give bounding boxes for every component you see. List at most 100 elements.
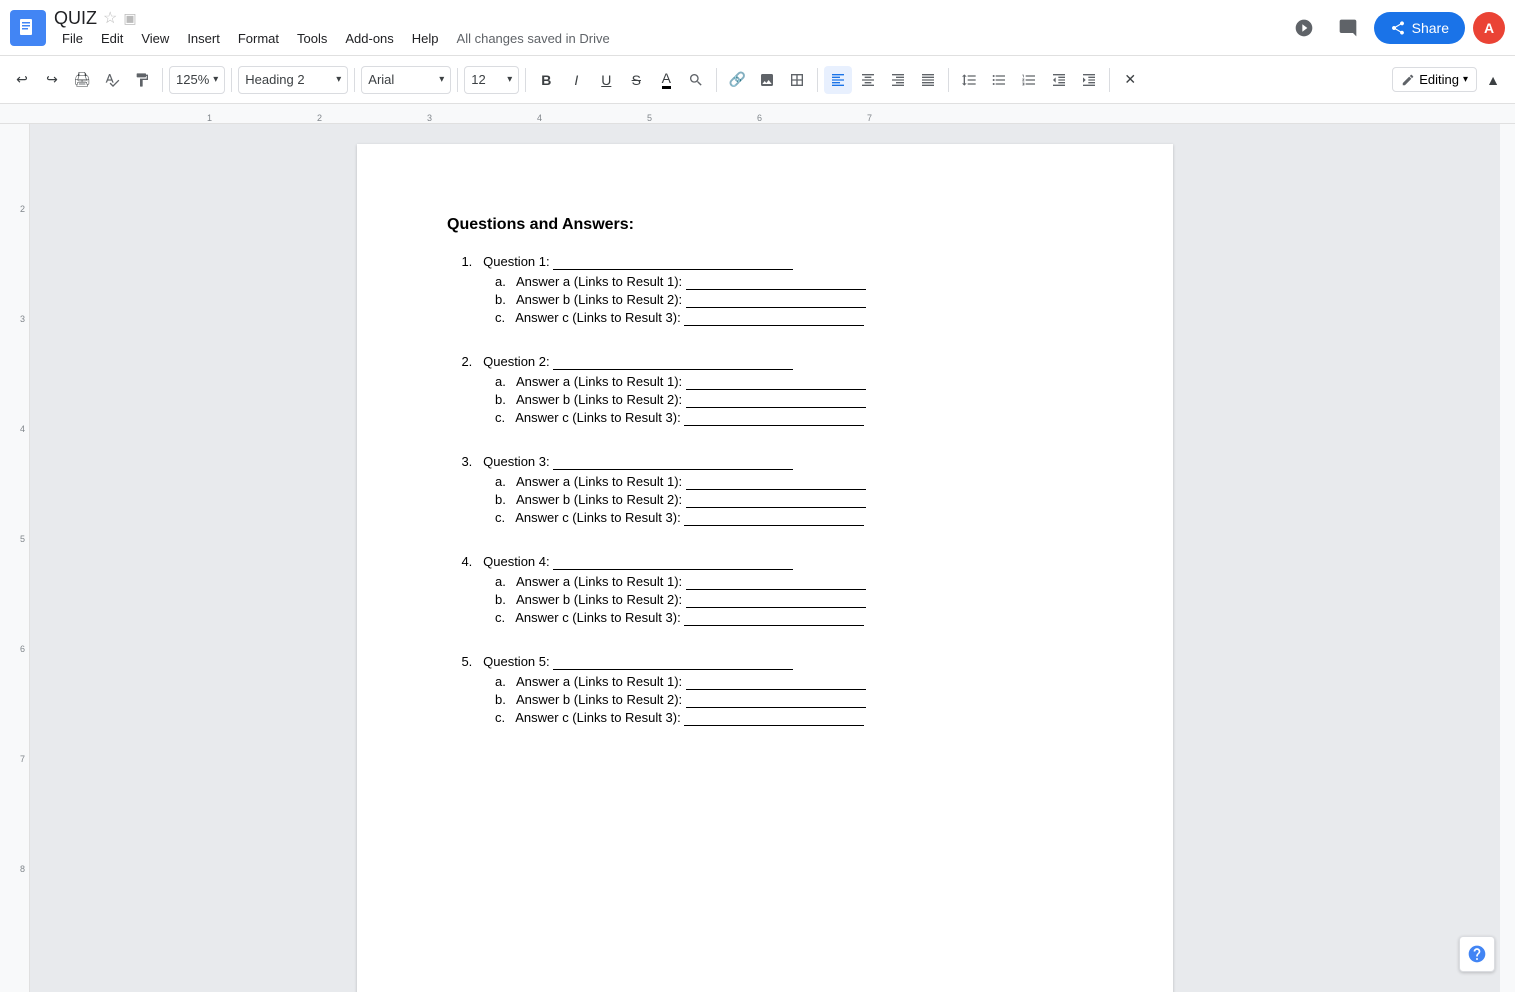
answer-item-5a: a. Answer a (Links to Result 1):: [495, 674, 1101, 690]
redo-button[interactable]: ↪: [38, 66, 66, 94]
link-button[interactable]: 🔗: [723, 66, 751, 94]
text-color-button[interactable]: A: [652, 66, 680, 94]
question-line-2: 2. Question 2:: [447, 354, 1101, 370]
menu-help[interactable]: Help: [404, 29, 447, 48]
align-center-button[interactable]: [854, 66, 882, 94]
answer-item-5b: b. Answer b (Links to Result 2):: [495, 692, 1101, 708]
answer-item-3c: c. Answer c (Links to Result 3):: [495, 510, 1101, 526]
align-left-button[interactable]: [824, 66, 852, 94]
separator-8: [948, 68, 949, 92]
question-line-3: 3. Question 3:: [447, 454, 1101, 470]
answer-item-2b: b. Answer b (Links to Result 2):: [495, 392, 1101, 408]
questions-container: 1. Question 1: a. Answer a (Links to Res…: [447, 254, 1101, 726]
last-edit-icon[interactable]: [1286, 10, 1322, 46]
folder-icon[interactable]: ▣: [123, 10, 136, 27]
answer-list-5: a. Answer a (Links to Result 1): b. Answ…: [495, 674, 1101, 726]
answer-item-3a: a. Answer a (Links to Result 1):: [495, 474, 1101, 490]
undo-button[interactable]: ↩: [8, 66, 36, 94]
top-bar: QUIZ ☆ ▣ File Edit View Insert Format To…: [0, 0, 1515, 56]
avatar[interactable]: A: [1473, 12, 1505, 44]
spellcheck-button[interactable]: [98, 66, 126, 94]
document-heading: Questions and Answers:: [447, 216, 1101, 234]
collapse-panel-button[interactable]: ▲: [1479, 66, 1507, 94]
main-area: 2 3 4 5 6 7 8 Questions and Answers: 1. …: [0, 124, 1515, 992]
right-sidebar: [1500, 124, 1515, 992]
left-sidebar: 2 3 4 5 6 7 8: [0, 124, 30, 992]
top-right-controls: Share A: [1286, 10, 1505, 46]
ruler: 1 2 3 4 5 6 7: [0, 104, 1515, 124]
answer-list-4: a. Answer a (Links to Result 1): b. Answ…: [495, 574, 1101, 626]
align-justify-button[interactable]: [914, 66, 942, 94]
question-item-1: 1. Question 1: a. Answer a (Links to Res…: [447, 254, 1101, 326]
doc-title[interactable]: QUIZ: [54, 8, 97, 29]
question-item-3: 3. Question 3: a. Answer a (Links to Res…: [447, 454, 1101, 526]
image-button[interactable]: [753, 66, 781, 94]
question-item-4: 4. Question 4: a. Answer a (Links to Res…: [447, 554, 1101, 626]
answer-item-2a: a. Answer a (Links to Result 1):: [495, 374, 1101, 390]
separator-7: [817, 68, 818, 92]
decrease-indent-button[interactable]: [1045, 66, 1073, 94]
numbered-list-button[interactable]: [1015, 66, 1043, 94]
separator-3: [354, 68, 355, 92]
clear-format-button[interactable]: ✕: [1116, 66, 1144, 94]
separator-6: [716, 68, 717, 92]
separator-5: [525, 68, 526, 92]
style-selector[interactable]: Heading 2 ▾: [238, 66, 348, 94]
line-spacing-button[interactable]: [955, 66, 983, 94]
separator-2: [231, 68, 232, 92]
align-right-button[interactable]: [884, 66, 912, 94]
answer-item-4c: c. Answer c (Links to Result 3):: [495, 610, 1101, 626]
answer-item-4a: a. Answer a (Links to Result 1):: [495, 574, 1101, 590]
share-button[interactable]: Share: [1374, 12, 1465, 44]
question-line-4: 4. Question 4:: [447, 554, 1101, 570]
answer-item-2c: c. Answer c (Links to Result 3):: [495, 410, 1101, 426]
menu-format[interactable]: Format: [230, 29, 287, 48]
star-icon[interactable]: ☆: [103, 8, 117, 28]
menu-edit[interactable]: Edit: [93, 29, 131, 48]
answer-list-1: a. Answer a (Links to Result 1): b. Answ…: [495, 274, 1101, 326]
answer-item-1a: a. Answer a (Links to Result 1):: [495, 274, 1101, 290]
explore-button[interactable]: [1459, 936, 1495, 972]
font-size-selector[interactable]: 12 ▾: [464, 66, 519, 94]
menu-view[interactable]: View: [133, 29, 177, 48]
bullet-list-button[interactable]: [985, 66, 1013, 94]
question-line-5: 5. Question 5:: [447, 654, 1101, 670]
document-page[interactable]: Questions and Answers: 1. Question 1: a.…: [357, 144, 1173, 992]
saved-status: All changes saved in Drive: [449, 29, 618, 48]
question-item-2: 2. Question 2: a. Answer a (Links to Res…: [447, 354, 1101, 426]
answer-item-5c: c. Answer c (Links to Result 3):: [495, 710, 1101, 726]
answer-list-3: a. Answer a (Links to Result 1): b. Answ…: [495, 474, 1101, 526]
increase-indent-button[interactable]: [1075, 66, 1103, 94]
answer-item-4b: b. Answer b (Links to Result 2):: [495, 592, 1101, 608]
separator-9: [1109, 68, 1110, 92]
bold-button[interactable]: B: [532, 66, 560, 94]
table-button[interactable]: [783, 66, 811, 94]
page-area: Questions and Answers: 1. Question 1: a.…: [30, 124, 1500, 992]
menu-insert[interactable]: Insert: [179, 29, 228, 48]
print-button[interactable]: 🖨: [68, 66, 96, 94]
editing-mode-label: Editing: [1419, 72, 1459, 87]
title-area: QUIZ ☆ ▣ File Edit View Insert Format To…: [54, 8, 618, 48]
editing-mode-selector[interactable]: Editing ▾: [1392, 67, 1477, 92]
menu-file[interactable]: File: [54, 29, 91, 48]
strikethrough-button[interactable]: S: [622, 66, 650, 94]
separator-1: [162, 68, 163, 92]
toolbar: ↩ ↪ 🖨 125% ▾ Heading 2 ▾ Arial ▾ 12 ▾ B …: [0, 56, 1515, 104]
answer-item-1c: c. Answer c (Links to Result 3):: [495, 310, 1101, 326]
zoom-selector[interactable]: 125% ▾: [169, 66, 225, 94]
font-selector[interactable]: Arial ▾: [361, 66, 451, 94]
paint-format-button[interactable]: [128, 66, 156, 94]
question-item-5: 5. Question 5: a. Answer a (Links to Res…: [447, 654, 1101, 726]
answer-item-1b: b. Answer b (Links to Result 2):: [495, 292, 1101, 308]
italic-button[interactable]: I: [562, 66, 590, 94]
comments-icon[interactable]: [1330, 10, 1366, 46]
menu-tools[interactable]: Tools: [289, 29, 335, 48]
separator-4: [457, 68, 458, 92]
answer-item-3b: b. Answer b (Links to Result 2):: [495, 492, 1101, 508]
menu-bar: File Edit View Insert Format Tools Add-o…: [54, 29, 618, 48]
underline-button[interactable]: U: [592, 66, 620, 94]
highlight-button[interactable]: [682, 66, 710, 94]
app-icon[interactable]: [10, 10, 46, 46]
menu-addons[interactable]: Add-ons: [337, 29, 401, 48]
question-line-1: 1. Question 1:: [447, 254, 1101, 270]
